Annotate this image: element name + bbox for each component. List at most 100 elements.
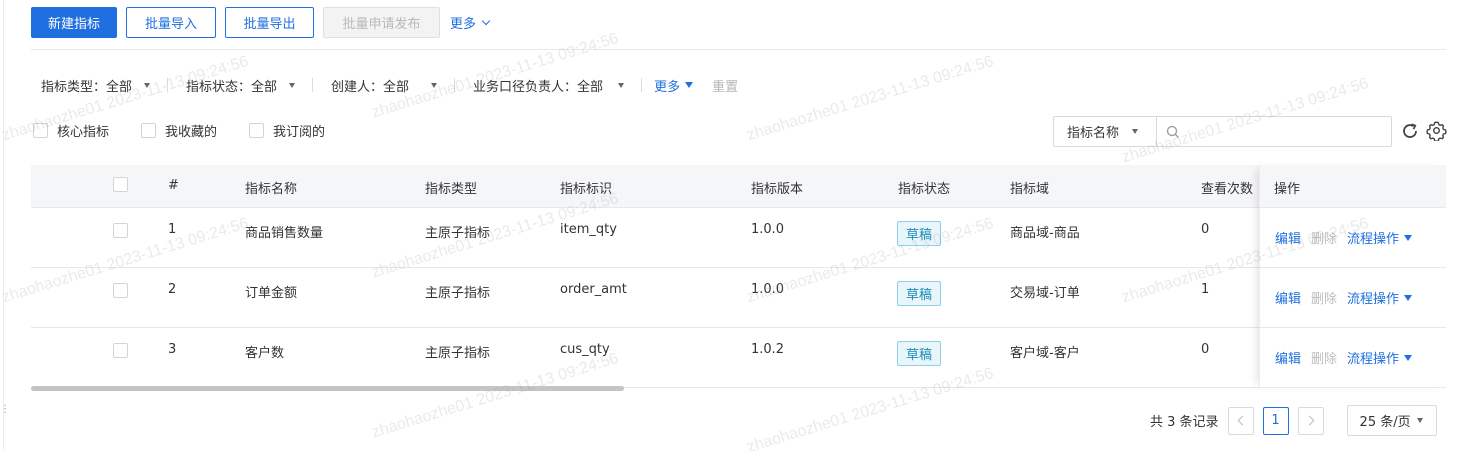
reset-filters-button[interactable]: 重置 — [712, 76, 738, 95]
workflow-label: 流程操作 — [1347, 232, 1400, 247]
horizontal-scrollbar[interactable] — [31, 386, 624, 391]
col-actions: 操作 — [1260, 165, 1446, 208]
caret-down-icon — [1404, 294, 1413, 301]
filter-bar: 指标类型：全部 指标状态：全部 创建人：全部 业务口径负责人：全部 更多 重置 — [41, 76, 738, 95]
next-page-button[interactable] — [1297, 406, 1324, 435]
actions-column: 操作 编辑 删除 流程操作 编辑 删除 流程操作 编辑 删除 流程操作 — [1259, 165, 1446, 388]
col-status[interactable]: 指标状态 — [898, 178, 950, 197]
favorites-checkbox[interactable]: 我收藏的 — [141, 121, 217, 140]
table-row[interactable]: 3 客户数 主原子指标 cus_qty 1.0.2 草稿 客户域-客户 0 — [31, 328, 1446, 388]
col-code[interactable]: 指标标识 — [560, 178, 612, 197]
gear-icon[interactable] — [1426, 120, 1447, 141]
row-checkbox[interactable] — [113, 223, 128, 242]
status-badge: 草稿 — [897, 281, 942, 306]
page-size-select[interactable]: 25 条/页 — [1346, 405, 1437, 436]
prev-page-button[interactable] — [1227, 406, 1254, 435]
row-index: 1 — [168, 222, 177, 237]
table-row[interactable]: 1 商品销售数量 主原子指标 item_qty 1.0.0 草稿 商品域-商品 … — [31, 208, 1446, 268]
core-metric-label: 核心指标 — [57, 125, 110, 140]
row-actions: 编辑 删除 流程操作 — [1260, 208, 1446, 268]
delete-button[interactable]: 删除 — [1311, 348, 1337, 367]
metric-type: 主原子指标 — [425, 226, 491, 241]
checkbox-box[interactable] — [33, 123, 48, 138]
edit-button[interactable]: 编辑 — [1275, 348, 1301, 367]
checkbox-box[interactable] — [141, 123, 157, 138]
metric-status-filter[interactable]: 指标状态：全部 — [186, 76, 296, 95]
metric-name-link[interactable]: 订单金额 — [245, 282, 297, 301]
page-size-label: 25 条/页 — [1359, 415, 1411, 430]
caret-down-icon — [1404, 234, 1413, 241]
chevron-left-icon — [1237, 415, 1247, 426]
refresh-icon[interactable] — [1400, 121, 1420, 141]
caret-down-icon — [685, 82, 694, 88]
core-metric-checkbox[interactable]: 核心指标 — [33, 121, 109, 140]
metric-name-link[interactable]: 商品销售数量 — [245, 222, 323, 241]
toolbar-more-menu[interactable]: 更多 — [450, 13, 491, 32]
pagination: 共 3 条记录 1 25 条/页 — [1150, 405, 1437, 436]
workflow-menu[interactable]: 流程操作 — [1347, 228, 1413, 247]
checkbox-box[interactable] — [113, 177, 128, 192]
batch-publish-button[interactable]: 批量申请发布 — [323, 7, 441, 38]
table-header: # 指标名称 指标类型 指标标识 指标版本 指标状态 指标域 查看次数 — [31, 165, 1446, 208]
metric-name-link[interactable]: 客户数 — [245, 342, 284, 361]
checkbox-box[interactable] — [249, 123, 265, 138]
creator-filter-label: 创建人：全部 — [331, 79, 410, 95]
subscribed-checkbox[interactable]: 我订阅的 — [249, 121, 325, 140]
table-row[interactable]: 2 订单金额 主原子指标 order_amt 1.0.0 草稿 交易域-订单 1 — [31, 268, 1446, 328]
checkbox-box[interactable] — [113, 283, 128, 298]
row-index: 3 — [168, 342, 177, 357]
search-icon — [1166, 125, 1179, 138]
filter-separator — [312, 78, 314, 92]
page-1-button[interactable]: 1 — [1262, 406, 1289, 435]
workflow-label: 流程操作 — [1347, 352, 1400, 367]
checkbox-box[interactable] — [113, 343, 128, 358]
metric-type-filter[interactable]: 指标类型：全部 — [41, 76, 151, 95]
filter-separator — [167, 78, 169, 92]
edit-button[interactable]: 编辑 — [1275, 288, 1301, 307]
metric-code: item_qty — [560, 222, 617, 237]
workflow-menu[interactable]: 流程操作 — [1347, 348, 1413, 367]
workflow-label: 流程操作 — [1347, 292, 1400, 307]
metric-code: cus_qty — [560, 342, 610, 357]
col-version[interactable]: 指标版本 — [751, 178, 803, 197]
edit-button[interactable]: 编辑 — [1275, 228, 1301, 247]
toolbar: 新建指标 批量导入 批量导出 批量申请发布 更多 — [31, 7, 491, 38]
watermark: zhaohaozhe01 2023-11-13 09:24:56 — [745, 52, 996, 145]
delete-button[interactable]: 删除 — [1311, 228, 1337, 247]
col-views[interactable]: 查看次数 — [1201, 178, 1253, 197]
metric-type: 主原子指标 — [425, 286, 491, 301]
owner-filter[interactable]: 业务口径负责人：全部 — [473, 76, 625, 95]
owner-filter-label: 业务口径负责人：全部 — [473, 79, 604, 95]
toolbar-more-label: 更多 — [450, 17, 477, 32]
col-domain[interactable]: 指标域 — [1010, 178, 1049, 197]
col-type[interactable]: 指标类型 — [425, 178, 477, 197]
caret-down-icon — [144, 82, 151, 88]
metric-domain: 客户域-客户 — [1010, 346, 1080, 361]
drag-handle-icon[interactable]: ⋮ — [0, 405, 10, 415]
search-field-select[interactable]: 指标名称 — [1053, 116, 1157, 147]
checkbox-box[interactable] — [113, 223, 128, 238]
metric-version: 1.0.0 — [751, 282, 785, 297]
metric-code: order_amt — [560, 282, 627, 297]
select-all-checkbox[interactable] — [113, 177, 128, 196]
batch-export-button[interactable]: 批量导出 — [225, 7, 315, 38]
workflow-menu[interactable]: 流程操作 — [1347, 288, 1413, 307]
search-input[interactable] — [1157, 116, 1392, 147]
view-count: 1 — [1201, 282, 1210, 297]
metric-version: 1.0.0 — [751, 222, 785, 237]
batch-import-button[interactable]: 批量导入 — [126, 7, 217, 38]
chevron-right-icon — [1304, 415, 1314, 426]
col-name[interactable]: 指标名称 — [245, 178, 297, 197]
row-actions: 编辑 删除 流程操作 — [1260, 268, 1446, 328]
search-field-label: 指标名称 — [1067, 126, 1120, 141]
row-checkbox[interactable] — [113, 283, 128, 302]
caret-down-icon — [618, 82, 625, 88]
row-checkbox[interactable] — [113, 343, 128, 362]
toolbar-divider — [31, 49, 1446, 50]
filter-more-toggle[interactable]: 更多 — [654, 76, 694, 95]
creator-filter[interactable]: 创建人：全部 — [331, 76, 438, 95]
delete-button[interactable]: 删除 — [1311, 288, 1337, 307]
new-metric-button[interactable]: 新建指标 — [31, 7, 118, 38]
caret-down-icon — [1416, 418, 1423, 423]
quick-filters: 核心指标 我收藏的 我订阅的 — [33, 121, 357, 140]
